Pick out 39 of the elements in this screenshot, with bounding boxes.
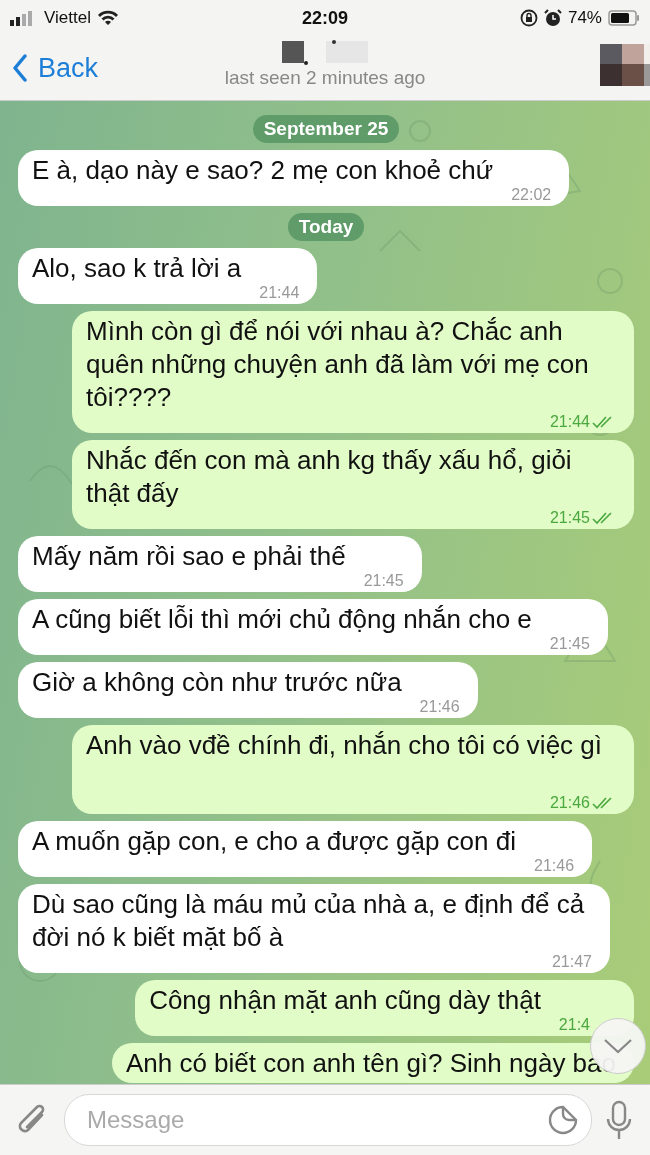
message-text: Mấy năm rồi sao e phải thế bbox=[32, 541, 346, 571]
message-text: Anh có biết con anh tên gì? Sinh ngày bao bbox=[125, 1048, 616, 1078]
sticker-icon[interactable] bbox=[547, 1104, 579, 1136]
message-time: 21:46 bbox=[534, 857, 575, 874]
microphone-icon[interactable] bbox=[606, 1100, 632, 1140]
date-label: September 25 bbox=[252, 115, 400, 143]
wifi-icon bbox=[96, 10, 119, 26]
message-text: A cũng biết lỗi thì mới chủ động nhắn cho e bbox=[32, 604, 532, 634]
alarm-icon bbox=[543, 9, 562, 27]
message-text: Anh vào vđề chính đi, nhắn cho tôi có việc gì bbox=[86, 730, 602, 760]
message-time: 21:44 bbox=[259, 284, 300, 301]
message-text: Mình còn gì để nói với nhau à? Chắc anh quên những chuyện anh đã làm với mẹ con tôi???? bbox=[86, 316, 589, 412]
message-time: 21:44 bbox=[549, 413, 590, 430]
message-time: 22:02 bbox=[511, 186, 552, 203]
message-text: Giờ a không còn như trước nữa bbox=[32, 667, 402, 697]
date-label: Today bbox=[287, 213, 365, 241]
chevron-down-icon bbox=[603, 1037, 633, 1055]
message-text: Dù sao cũng là máu mủ của nhà a, e định để cả đời nó k biết mặt bố à bbox=[32, 889, 585, 952]
message-field[interactable]: Message bbox=[64, 1094, 592, 1146]
rotation-lock-icon bbox=[519, 9, 538, 27]
message-time: 21:4 bbox=[558, 1016, 590, 1033]
message-text: A muốn gặp con, e cho a được gặp con đi bbox=[32, 826, 516, 856]
last-seen-status: last seen 2 minutes ago bbox=[224, 67, 426, 89]
battery-percent: 74% bbox=[567, 8, 602, 28]
carrier-name: Viettel bbox=[44, 8, 91, 28]
message-time: 21:46 bbox=[419, 698, 460, 715]
back-button[interactable]: Back bbox=[0, 52, 99, 84]
message-time: 21:45 bbox=[363, 572, 404, 589]
message-text: Alo, sao k trả lời a bbox=[32, 253, 242, 283]
message-time: 21:45 bbox=[549, 509, 590, 526]
chevron-left-icon bbox=[12, 54, 28, 82]
message-text: Công nhận mặt anh cũng dày thật bbox=[149, 985, 541, 1015]
message-text: E à, dạo này e sao? 2 mẹ con khoẻ chứ bbox=[32, 155, 494, 185]
battery-icon bbox=[608, 10, 640, 26]
message-time: 21:45 bbox=[549, 635, 590, 652]
message-time: 21:47 bbox=[551, 953, 592, 970]
message-time: 21:46 bbox=[549, 794, 590, 811]
message-text: Nhắc đến con mà anh kg thấy xấu hổ, giỏi thật đấy bbox=[86, 445, 572, 508]
clock-time: 22:09 bbox=[301, 7, 348, 29]
